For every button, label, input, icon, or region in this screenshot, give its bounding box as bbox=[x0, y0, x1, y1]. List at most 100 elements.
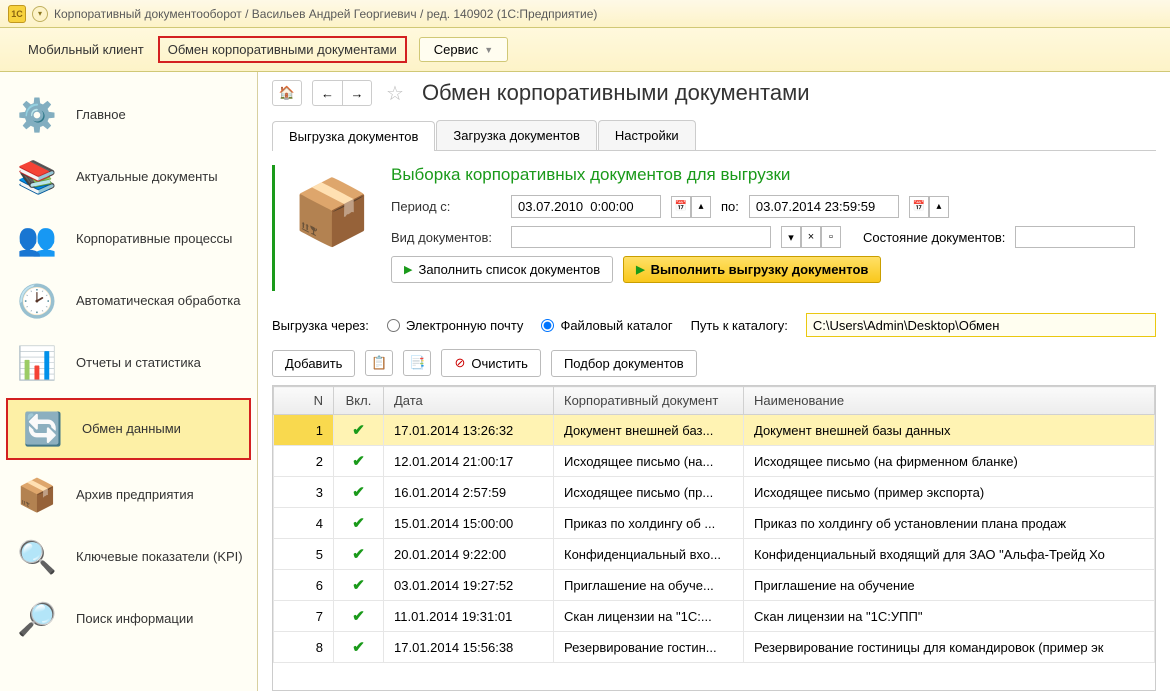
package-upload-icon: 📦 bbox=[285, 165, 379, 259]
cell-enabled[interactable]: ✔ bbox=[334, 601, 384, 632]
table-row[interactable]: 2✔12.01.2014 21:00:17Исходящее письмо (н… bbox=[274, 446, 1155, 477]
cell-n: 2 bbox=[274, 446, 334, 477]
box-icon: 📦 bbox=[14, 472, 60, 518]
sidebar-item-main[interactable]: ⚙️ Главное bbox=[0, 84, 257, 146]
cell-date: 12.01.2014 21:00:17 bbox=[384, 446, 554, 477]
sidebar-item-archive[interactable]: 📦 Архив предприятия bbox=[0, 464, 257, 526]
select-docs-button[interactable]: Подбор документов bbox=[551, 350, 697, 377]
play-icon: ▶ bbox=[404, 263, 412, 276]
tab-settings[interactable]: Настройки bbox=[598, 120, 696, 150]
cell-name: Резервирование гостиницы для командирово… bbox=[744, 632, 1155, 663]
table-row[interactable]: 7✔11.01.2014 19:31:01Скан лицензии на "1… bbox=[274, 601, 1155, 632]
menu-service[interactable]: Сервис ▼ bbox=[419, 37, 508, 62]
export-via-label: Выгрузка через: bbox=[272, 318, 369, 333]
sidebar-item-automation[interactable]: 🕑 Автоматическая обработка bbox=[0, 270, 257, 332]
sidebar-item-documents[interactable]: 📚 Актуальные документы bbox=[0, 146, 257, 208]
combo-open-icon[interactable]: ▫ bbox=[821, 226, 841, 248]
menubar: Мобильный клиент Обмен корпоративными до… bbox=[0, 28, 1170, 72]
books-icon: 📚 bbox=[14, 154, 60, 200]
table-row[interactable]: 8✔17.01.2014 15:56:38Резервирование гост… bbox=[274, 632, 1155, 663]
cell-date: 15.01.2014 15:00:00 bbox=[384, 508, 554, 539]
table-row[interactable]: 6✔03.01.2014 19:27:52Приглашение на обуч… bbox=[274, 570, 1155, 601]
calendar-icon[interactable]: 📅 bbox=[909, 196, 929, 218]
period-to-input[interactable] bbox=[749, 195, 899, 218]
combo-dropdown-icon[interactable]: ▾ bbox=[781, 226, 801, 248]
radio-file-input[interactable] bbox=[541, 319, 554, 332]
page-toolbar: 🏠 ← → ☆ Обмен корпоративными документами bbox=[258, 72, 1170, 114]
table-row[interactable]: 3✔16.01.2014 2:57:59Исходящее письмо (пр… bbox=[274, 477, 1155, 508]
col-header-n[interactable]: N bbox=[274, 387, 334, 415]
favorite-star-icon[interactable]: ☆ bbox=[386, 81, 404, 106]
gear-icon: ⚙️ bbox=[14, 92, 60, 138]
filter-title: Выборка корпоративных документов для выг… bbox=[391, 165, 1156, 185]
dropdown-icon[interactable]: ▾ bbox=[32, 6, 48, 22]
clock-icon: 🕑 bbox=[14, 278, 60, 324]
col-header-name[interactable]: Наименование bbox=[744, 387, 1155, 415]
main-content: 🏠 ← → ☆ Обмен корпоративными документами… bbox=[258, 72, 1170, 691]
menu-exchange-documents[interactable]: Обмен корпоративными документами bbox=[158, 36, 407, 63]
filter-panel: 📦 Выборка корпоративных документов для в… bbox=[272, 165, 1156, 291]
period-from-label: Период с: bbox=[391, 199, 501, 214]
back-button[interactable]: ← bbox=[312, 80, 342, 106]
cell-name: Конфиденциальный входящий для ЗАО "Альфа… bbox=[744, 539, 1155, 570]
cell-enabled[interactable]: ✔ bbox=[334, 446, 384, 477]
sidebar-item-label: Актуальные документы bbox=[76, 169, 218, 186]
cell-enabled[interactable]: ✔ bbox=[334, 570, 384, 601]
col-header-enabled[interactable]: Вкл. bbox=[334, 387, 384, 415]
home-button[interactable]: 🏠 bbox=[272, 80, 302, 106]
path-label: Путь к каталогу: bbox=[691, 318, 788, 333]
cell-n: 3 bbox=[274, 477, 334, 508]
add-button[interactable]: Добавить bbox=[272, 350, 355, 377]
copy-button[interactable]: 📋 bbox=[365, 350, 393, 376]
sidebar-item-reports[interactable]: 📊 Отчеты и статистика bbox=[0, 332, 257, 394]
duplicate-button[interactable]: 📑 bbox=[403, 350, 431, 376]
period-from-input[interactable] bbox=[511, 195, 661, 218]
check-icon: ✔ bbox=[352, 453, 365, 470]
fill-list-button[interactable]: ▶ Заполнить список документов bbox=[391, 256, 613, 283]
table-row[interactable]: 5✔20.01.2014 9:22:00Конфиденциальный вхо… bbox=[274, 539, 1155, 570]
table-row[interactable]: 1✔17.01.2014 13:26:32Документ внешней ба… bbox=[274, 415, 1155, 446]
chart-icon: 📊 bbox=[14, 340, 60, 386]
sidebar: ⚙️ Главное 📚 Актуальные документы 👥 Корп… bbox=[0, 72, 258, 691]
radio-file[interactable]: Файловый каталог bbox=[541, 318, 672, 333]
sidebar-item-exchange[interactable]: 🔄 Обмен данными bbox=[6, 398, 251, 460]
sidebar-item-kpi[interactable]: 🔍 Ключевые показатели (KPI) bbox=[0, 526, 257, 588]
menu-mobile-client[interactable]: Мобильный клиент bbox=[18, 36, 154, 63]
sidebar-item-processes[interactable]: 👥 Корпоративные процессы bbox=[0, 208, 257, 270]
tab-download[interactable]: Загрузка документов bbox=[436, 120, 596, 150]
table-toolbar: Добавить 📋 📑 ⊘ Очистить Подбор документо… bbox=[258, 345, 1170, 385]
table-row[interactable]: 4✔15.01.2014 15:00:00Приказ по холдингу … bbox=[274, 508, 1155, 539]
clear-button[interactable]: ⊘ Очистить bbox=[441, 349, 541, 377]
sidebar-item-search[interactable]: 🔎 Поиск информации bbox=[0, 588, 257, 650]
cell-enabled[interactable]: ✔ bbox=[334, 415, 384, 446]
combo-clear-icon[interactable]: × bbox=[801, 226, 821, 248]
radio-email-input[interactable] bbox=[387, 319, 400, 332]
check-icon: ✔ bbox=[352, 546, 365, 563]
table-header-row: N Вкл. Дата Корпоративный документ Наиме… bbox=[274, 387, 1155, 415]
clear-label: Очистить bbox=[471, 356, 528, 371]
cell-name: Приглашение на обучение bbox=[744, 570, 1155, 601]
cell-enabled[interactable]: ✔ bbox=[334, 539, 384, 570]
cell-enabled[interactable]: ✔ bbox=[334, 508, 384, 539]
refresh-icon: 🔄 bbox=[20, 406, 66, 452]
sidebar-item-label: Ключевые показатели (KPI) bbox=[76, 549, 243, 566]
tab-upload[interactable]: Выгрузка документов bbox=[272, 121, 435, 151]
play-icon: ▶ bbox=[636, 263, 644, 276]
stepper-up-icon[interactable]: ▴ bbox=[929, 196, 949, 218]
execute-export-button[interactable]: ▶ Выполнить выгрузку документов bbox=[623, 256, 881, 283]
magnifier-icon: 🔍 bbox=[14, 534, 60, 580]
doc-type-combo[interactable] bbox=[511, 226, 771, 248]
forward-button[interactable]: → bbox=[342, 80, 372, 106]
col-header-doc[interactable]: Корпоративный документ bbox=[554, 387, 744, 415]
cell-enabled[interactable]: ✔ bbox=[334, 477, 384, 508]
col-header-date[interactable]: Дата bbox=[384, 387, 554, 415]
cell-doc: Приглашение на обуче... bbox=[554, 570, 744, 601]
cell-enabled[interactable]: ✔ bbox=[334, 632, 384, 663]
stepper-up-icon[interactable]: ▴ bbox=[691, 196, 711, 218]
path-input[interactable] bbox=[806, 313, 1156, 337]
radio-email-label: Электронную почту bbox=[406, 318, 524, 333]
radio-email[interactable]: Электронную почту bbox=[387, 318, 524, 333]
calendar-icon[interactable]: 📅 bbox=[671, 196, 691, 218]
sidebar-item-label: Поиск информации bbox=[76, 611, 193, 628]
doc-state-combo[interactable] bbox=[1015, 226, 1135, 248]
